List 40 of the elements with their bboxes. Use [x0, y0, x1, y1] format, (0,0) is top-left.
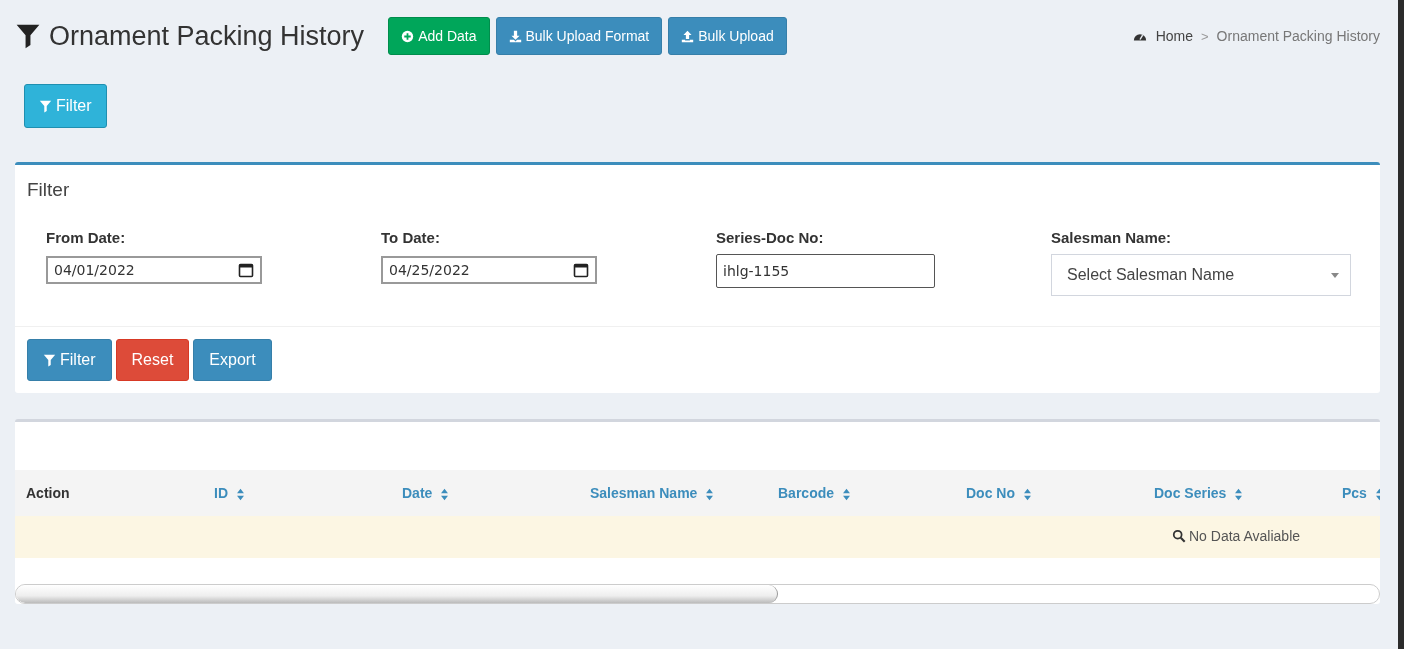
add-data-button[interactable]: Add Data — [388, 17, 490, 55]
column-header[interactable]: Doc Series — [1143, 470, 1331, 516]
filter-icon — [39, 99, 52, 113]
horizontal-scrollbar[interactable] — [15, 584, 1380, 604]
column-header[interactable]: Pcs — [1331, 470, 1380, 516]
field-label: From Date: — [46, 229, 127, 246]
select-dropdown[interactable]: Select Salesman Name — [1051, 254, 1351, 296]
breadcrumb-home-link[interactable]: Home — [1155, 28, 1193, 44]
column-header[interactable]: Doc No — [955, 470, 1143, 516]
calendar-icon — [573, 262, 589, 278]
breadcrumb-current: Ornament Packing History — [1216, 28, 1380, 44]
panel-title: Filter — [26, 178, 71, 202]
filter-button[interactable]: Filter — [27, 339, 112, 381]
bulk-upload-format-button[interactable]: Bulk Upload Format — [495, 17, 663, 55]
caret-icon — [1330, 271, 1340, 279]
date-field[interactable]: 04/01/2022 — [46, 256, 262, 284]
column-header[interactable]: ID — [203, 470, 391, 516]
calendar-icon — [238, 262, 254, 278]
date-field[interactable]: 04/25/2022 — [381, 256, 597, 284]
column-header: Action — [15, 470, 203, 516]
filter-icon — [15, 22, 41, 50]
filter-icon — [43, 353, 56, 367]
field-label: To Date: — [381, 229, 441, 246]
plus-circle-icon — [401, 29, 415, 43]
text-field[interactable]: ihlg-1155 — [716, 254, 935, 288]
bulk-upload-button[interactable]: Bulk Upload — [668, 17, 787, 55]
field-label: Series-Doc No: — [716, 229, 825, 246]
column-header[interactable]: Barcode — [767, 470, 955, 516]
download-icon — [508, 29, 522, 43]
column-header[interactable]: Salesman Name — [579, 470, 767, 516]
search-icon — [1172, 528, 1186, 543]
upload-icon — [681, 29, 695, 43]
column-header[interactable]: Date — [391, 470, 579, 516]
reset-button[interactable]: Reset — [115, 339, 190, 381]
export-button[interactable]: Export — [193, 339, 272, 381]
breadcrumb-separator: > — [1201, 28, 1209, 44]
empty-table-message: No Data Avaliable — [1172, 527, 1301, 544]
filter-toggle-button[interactable]: Filter — [24, 84, 107, 128]
page-title: Ornament Packing History — [49, 20, 365, 52]
field-label: Salesman Name: — [1051, 229, 1173, 246]
